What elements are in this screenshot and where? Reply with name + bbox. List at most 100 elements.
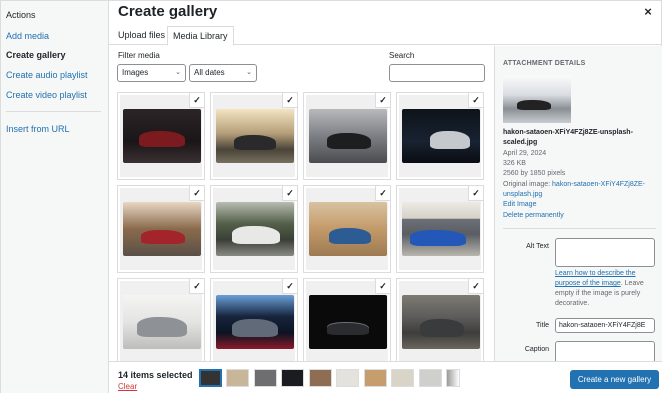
checkmark-icon[interactable]: ✓ — [190, 93, 204, 107]
date-filter-value: All dates — [194, 68, 225, 77]
menu-item-create-video-playlist[interactable]: Create video playlist — [6, 90, 87, 100]
selected-thumbnail[interactable] — [364, 369, 387, 387]
media-type-select[interactable]: Images ⌄ — [117, 64, 186, 82]
menu-item-create-audio-playlist[interactable]: Create audio playlist — [6, 70, 88, 80]
delete-permanently-link[interactable]: Delete permanently — [503, 212, 564, 219]
attachment-details-heading: ATTACHMENT DETAILS — [503, 60, 586, 67]
media-menu: Actions Add media Create gallery Create … — [1, 1, 109, 393]
menu-item-create-gallery[interactable]: Create gallery — [6, 50, 66, 60]
selection-toolbar: 14 items selected Clear Create a new gal… — [109, 361, 662, 393]
edit-image-row: Edit Image — [503, 201, 536, 208]
checkmark-icon[interactable]: ✓ — [469, 93, 483, 107]
media-modal: Actions Add media Create gallery Create … — [0, 0, 662, 393]
edit-image-link[interactable]: Edit Image — [503, 201, 536, 208]
attachment-date: April 29, 2024 — [503, 150, 547, 157]
attachment-size: 326 KB — [503, 160, 526, 167]
caption-input[interactable] — [555, 341, 655, 361]
checkmark-icon[interactable]: ✓ — [376, 279, 390, 293]
selected-thumbnail[interactable] — [281, 369, 304, 387]
tab-upload-files[interactable]: Upload files — [113, 26, 170, 46]
attachment-thumbnail[interactable]: ✓ — [303, 278, 391, 361]
attachments-grid: ✓ ✓ ✓ ✓ ✓ ✓ ✓ ✓ ✓ ✓ ✓ ✓ — [114, 89, 492, 361]
router-tabs: Upload files Media Library — [109, 24, 662, 46]
attachment-dimensions: 2560 by 1850 pixels — [503, 170, 566, 177]
media-type-value: Images — [122, 68, 149, 77]
attachment-thumbnail[interactable]: ✓ — [396, 185, 484, 273]
title-label: Title — [536, 322, 549, 329]
image-city-street-black-car — [309, 109, 387, 163]
checkmark-icon[interactable]: ✓ — [283, 186, 297, 200]
attachment-thumbnail[interactable]: ✓ — [303, 185, 391, 273]
selected-thumbnail[interactable] — [391, 369, 414, 387]
title-input[interactable]: hakon-sataoen-XFiY4FZj8E — [555, 318, 655, 333]
checkmark-icon[interactable]: ✓ — [376, 93, 390, 107]
filter-media-label: Filter media — [118, 51, 160, 60]
menu-item-insert-from-url[interactable]: Insert from URL — [6, 124, 70, 134]
image-warehouse-blue-car — [402, 202, 480, 256]
attachment-thumbnail[interactable]: ✓ — [117, 92, 205, 180]
attachment-thumbnail[interactable]: ✓ — [396, 92, 484, 180]
image-black-studio-car — [309, 295, 387, 349]
image-white-wall-grey-car — [123, 295, 201, 349]
details-divider — [503, 228, 656, 229]
alt-text-help: Learn how to describe the purpose of the… — [555, 269, 659, 309]
clear-selection-link[interactable]: Clear — [118, 382, 137, 391]
checkmark-icon[interactable]: ✓ — [283, 93, 297, 107]
selected-thumbnail[interactable] — [199, 369, 222, 387]
chevron-down-icon: ⌄ — [246, 69, 252, 76]
modal-title: Create gallery — [118, 3, 218, 20]
alt-text-help-link-cont[interactable]: purpose of the image — [555, 280, 621, 287]
search-label: Search — [389, 51, 415, 60]
attachment-thumbnail[interactable]: ✓ — [117, 278, 205, 361]
original-image-link-cont[interactable]: unsplash.jpg — [503, 191, 542, 198]
selection-count: 14 items selected — [118, 370, 193, 380]
image-desert-blue-car — [309, 202, 387, 256]
attachment-thumbnail[interactable]: ✓ — [210, 185, 298, 273]
search-input[interactable] — [389, 64, 485, 82]
alt-text-help-text-cont: empty if the image is purely — [555, 290, 641, 297]
image-forest-road-white-car — [216, 202, 294, 256]
image-sunset-road-black-car — [216, 109, 294, 163]
alt-text-help-link[interactable]: Learn how to describe the — [555, 270, 636, 277]
attachment-thumbnail[interactable]: ✓ — [303, 92, 391, 180]
original-image-row: Original image: hakon-sataoen-XFiY4FZj8Z… — [503, 181, 645, 188]
close-icon[interactable]: × — [641, 5, 655, 19]
image-neon-tunnel-grey-car — [216, 295, 294, 349]
image-autumn-forest-red-car — [123, 202, 201, 256]
selected-thumbnail[interactable] — [336, 369, 359, 387]
attachment-thumbnail[interactable]: ✓ — [210, 92, 298, 180]
attachment-thumbnail[interactable]: ✓ — [396, 278, 484, 361]
selected-thumbnail[interactable] — [419, 369, 442, 387]
checkmark-icon[interactable]: ✓ — [376, 186, 390, 200]
original-image-label: Original image: — [503, 181, 551, 188]
alt-text-input[interactable] — [555, 238, 655, 267]
selected-thumbnail[interactable] — [226, 369, 249, 387]
attachment-filename-cont: scaled.jpg — [503, 139, 538, 146]
image-dark-studio-silver-car — [402, 109, 480, 163]
delete-row: Delete permanently — [503, 212, 564, 219]
attachment-details-sidebar: ATTACHMENT DETAILS hakon-sataoen-XFiY4FZ… — [494, 46, 662, 361]
menu-separator — [6, 111, 101, 112]
chevron-down-icon: ⌄ — [175, 69, 181, 76]
selected-thumbnail[interactable] — [309, 369, 332, 387]
attachment-thumbnail[interactable]: ✓ — [210, 278, 298, 361]
selected-thumbnail[interactable] — [446, 369, 460, 387]
checkmark-icon[interactable]: ✓ — [190, 186, 204, 200]
alt-text-help-text: . Leave — [620, 280, 644, 287]
attachment-thumbnail[interactable]: ✓ — [117, 185, 205, 273]
checkmark-icon[interactable]: ✓ — [283, 279, 297, 293]
menu-heading: Actions — [6, 10, 36, 20]
selected-thumbnail[interactable] — [254, 369, 277, 387]
checkmark-icon[interactable]: ✓ — [190, 279, 204, 293]
image-car-meet-grey-car — [402, 295, 480, 349]
original-image-link-cont-row: unsplash.jpg — [503, 191, 542, 198]
original-image-link[interactable]: hakon-sataoen-XFiY4FZj8ZE- — [552, 181, 645, 188]
menu-item-add-media[interactable]: Add media — [6, 31, 49, 41]
create-new-gallery-button[interactable]: Create a new gallery — [570, 370, 659, 389]
checkmark-icon[interactable]: ✓ — [469, 279, 483, 293]
image-dark-garage-red-car — [123, 109, 201, 163]
attachment-filename: hakon-sataoen-XFiY4FZj8ZE-unsplash- — [503, 129, 633, 136]
tab-media-library[interactable]: Media Library — [167, 26, 234, 46]
date-filter-select[interactable]: All dates ⌄ — [189, 64, 257, 82]
checkmark-icon[interactable]: ✓ — [469, 186, 483, 200]
